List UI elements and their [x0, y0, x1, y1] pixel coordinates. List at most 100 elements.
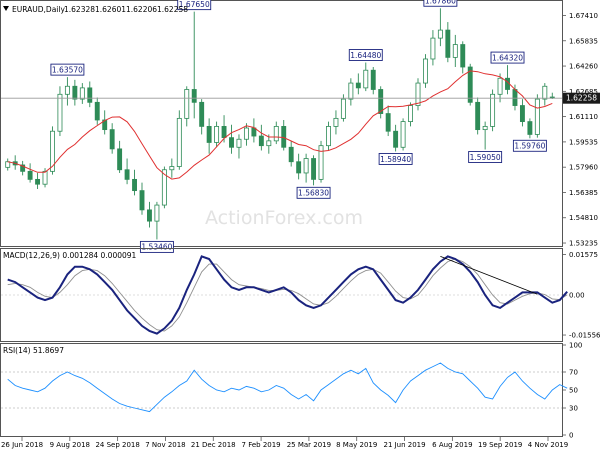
- candle-body: [326, 126, 330, 145]
- candle-body: [498, 78, 502, 94]
- last-price-label: 1.62258: [563, 93, 600, 104]
- candle-body: [297, 162, 301, 173]
- candle-body: [222, 126, 226, 137]
- candle-body: [386, 114, 390, 132]
- candle-body: [65, 86, 69, 94]
- candle: [379, 86, 383, 118]
- candle: [177, 110, 181, 169]
- candle-body: [200, 102, 204, 126]
- macd-tick-label: -0.015568: [569, 332, 600, 340]
- candle-body: [274, 126, 278, 140]
- peak-label-text: 1.59760: [514, 142, 545, 151]
- candle-body: [304, 159, 308, 173]
- macd-tick-label: 0.00: [569, 292, 585, 300]
- candle-body: [453, 45, 457, 58]
- price-tick-label: 1.59535: [569, 138, 598, 146]
- candle-body: [491, 94, 495, 126]
- candle-body: [95, 102, 99, 120]
- candle-body: [483, 126, 487, 129]
- peak-label-text: 1.56830: [298, 189, 329, 198]
- candle: [535, 94, 539, 137]
- macd-title: MACD(12,26,9) 0.001284 0.000091: [3, 251, 137, 260]
- candle: [423, 54, 427, 88]
- peak-label: 1.64320: [491, 52, 524, 63]
- candle: [476, 98, 480, 135]
- rsi-tick-label: 100: [569, 342, 582, 350]
- candle: [319, 141, 323, 183]
- peak-label: 1.53460: [140, 241, 173, 252]
- rsi-tick-label: 50: [569, 387, 578, 395]
- x-tick-label: 19 Sep 2019: [478, 441, 522, 449]
- candle-body: [177, 118, 181, 166]
- x-tick-label: 4 Nov 2019: [528, 441, 568, 449]
- candle-body: [513, 89, 517, 105]
- candle-body: [446, 30, 450, 57]
- peak-label-text: 1.64480: [350, 51, 381, 60]
- candle-body: [259, 136, 263, 146]
- peak-label-text: 1.59050: [470, 153, 501, 162]
- rsi-tick-label: 0: [569, 432, 573, 440]
- peak-label: 1.56830: [297, 187, 330, 198]
- x-tick-label: 6 Aug 2019: [432, 441, 472, 449]
- x-tick-label: 24 Sep 2018: [95, 441, 139, 449]
- candle-body: [244, 128, 248, 139]
- candle-body: [147, 210, 151, 221]
- candle-body: [461, 45, 465, 67]
- candle-body: [58, 94, 62, 131]
- x-tick-label: 26 Jun 2018: [1, 441, 43, 449]
- candle-body: [394, 131, 398, 147]
- candle-body: [408, 106, 412, 122]
- candle-body: [80, 88, 84, 99]
- candle-body: [356, 83, 360, 88]
- candle: [491, 89, 495, 131]
- candle-body: [207, 126, 211, 142]
- candle-body: [416, 83, 420, 105]
- candle-body: [88, 88, 92, 102]
- ohlc-close: 1.62258: [157, 5, 188, 14]
- price-tick-label: 1.56385: [569, 189, 598, 197]
- candle-body: [438, 30, 442, 38]
- x-tick-label: 21 Jun 2019: [383, 441, 425, 449]
- last-price-value: 1.62258: [566, 94, 597, 103]
- peak-label: 1.59760: [513, 140, 546, 151]
- symbol-title: EURAUD,Daily: [12, 5, 65, 14]
- candle: [416, 78, 420, 110]
- x-tick-label: 9 Aug 2018: [50, 441, 90, 449]
- candle-body: [215, 126, 219, 142]
- candle-body: [237, 139, 241, 147]
- peak-label-text: 1.67860: [425, 0, 456, 6]
- ohlc-high: 1.62601: [95, 5, 126, 14]
- candle-body: [349, 83, 353, 99]
- chart-root: ActionForex.com 1.674101.658351.642601.6…: [0, 0, 600, 450]
- candle-body: [73, 86, 77, 99]
- rsi-title: RSI(14) 51.8697: [3, 346, 64, 355]
- candle-body: [528, 122, 532, 135]
- peak-label-text: 1.53460: [141, 243, 172, 252]
- candle-body: [43, 171, 47, 184]
- candle-body: [401, 122, 405, 148]
- price-tick-label: 1.65835: [569, 37, 598, 45]
- candle-body: [140, 191, 144, 210]
- peak-label: 1.59050: [469, 152, 502, 163]
- candle-body: [185, 89, 189, 118]
- price-tick-label: 1.61110: [569, 113, 598, 121]
- peak-label: 1.67860: [424, 0, 457, 6]
- candle-body: [476, 102, 480, 129]
- price-tick-label: 1.53235: [569, 240, 598, 248]
- price-tick-label: 1.54810: [569, 214, 598, 222]
- peak-label: 1.63570: [51, 64, 84, 75]
- candle-body: [334, 118, 338, 126]
- x-tick-label: 8 May 2019: [336, 441, 377, 449]
- candle-body: [170, 167, 174, 170]
- peak-label: 1.64480: [349, 50, 382, 61]
- macd-tick-label: 0.01575: [569, 251, 598, 259]
- candle-body: [28, 171, 32, 179]
- candle-body: [252, 128, 256, 136]
- chart-svg: ActionForex.com 1.674101.658351.642601.6…: [0, 0, 600, 450]
- price-tick-label: 1.67410: [569, 12, 598, 20]
- candle-body: [110, 130, 114, 149]
- ohlc-low: 1.62206: [126, 5, 157, 14]
- candle-body: [118, 149, 122, 170]
- candle-body: [229, 138, 233, 148]
- peak-label: 1.58940: [379, 153, 412, 164]
